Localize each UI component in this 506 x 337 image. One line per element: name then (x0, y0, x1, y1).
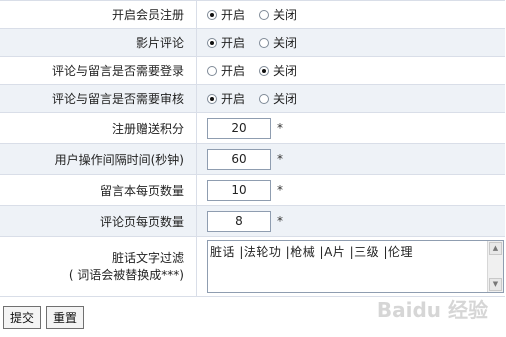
radio-label: 关闭 (273, 64, 298, 78)
row-operation-interval: 用户操作间隔时间(秒钟) * (0, 144, 505, 175)
radio-checked-icon[interactable] (259, 65, 270, 76)
radio-unchecked-icon[interactable] (259, 9, 270, 20)
guestbook-page-size-cell: * (197, 175, 505, 205)
operation-interval-label: 用户操作间隔时间(秒钟) (0, 144, 197, 174)
scroll-up-icon[interactable]: ▲ (489, 242, 502, 255)
guestbook-page-size-label: 留言本每页数量 (0, 175, 197, 205)
registration-points-input[interactable] (207, 117, 271, 139)
comment-login-on-radio[interactable]: 开启 (207, 62, 245, 79)
radio-label: 开启 (221, 92, 246, 106)
word-filter-label-cell: 脏话文字过滤 ( 词语会被替换成***) (0, 237, 197, 296)
row-comment-login-required: 评论与留言是否需要登录 开启 关闭 (0, 57, 505, 85)
member-registration-on-radio[interactable]: 开启 (207, 6, 245, 23)
word-filter-label: 脏话文字过滤 (111, 250, 184, 265)
word-filter-cell: 脏话 |法轮功 |枪械 |A片 |三级 |伦理 ▲ ▼ (197, 237, 505, 296)
submit-button[interactable]: 提交 (3, 306, 42, 329)
comment-review-off-radio[interactable]: 关闭 (259, 90, 297, 107)
radio-unchecked-icon[interactable] (259, 93, 270, 104)
settings-form-table: 开启会员注册 开启 关闭 影片评论 开启 关闭 评论与留言是否需要登录 开启 关… (0, 0, 505, 297)
radio-checked-icon[interactable] (207, 93, 217, 104)
row-movie-comments: 影片评论 开启 关闭 (0, 29, 505, 57)
movie-comments-options: 开启 关闭 (197, 29, 505, 56)
registration-points-cell: * (197, 113, 505, 143)
radio-label: 开启 (221, 36, 246, 50)
row-member-registration: 开启会员注册 开启 关闭 (0, 1, 505, 29)
row-comment-page-size: 评论页每页数量 * (0, 206, 505, 237)
textarea-scrollbar[interactable]: ▲ ▼ (487, 241, 503, 292)
comment-review-on-radio[interactable]: 开启 (207, 90, 245, 107)
guestbook-page-size-input[interactable] (207, 179, 271, 201)
comment-review-required-label: 评论与留言是否需要审核 (0, 85, 197, 112)
operation-interval-input[interactable] (207, 148, 271, 170)
member-registration-options: 开启 关闭 (197, 1, 505, 28)
registration-points-label: 注册赠送积分 (0, 113, 197, 143)
movie-comments-on-radio[interactable]: 开启 (207, 34, 245, 51)
row-comment-review-required: 评论与留言是否需要审核 开启 关闭 (0, 85, 505, 113)
radio-unchecked-icon[interactable] (259, 37, 270, 48)
radio-label: 关闭 (273, 36, 298, 50)
form-actions: 提交 重置 (3, 306, 89, 329)
movie-comments-off-radio[interactable]: 关闭 (259, 34, 297, 51)
comment-page-size-input[interactable] (207, 210, 271, 232)
comment-login-required-options: 开启 关闭 (197, 57, 505, 84)
radio-label: 开启 (221, 64, 246, 78)
radio-label: 开启 (221, 8, 246, 22)
radio-label: 关闭 (273, 8, 298, 22)
baidu-watermark: Baidu 经验 (376, 298, 488, 322)
comment-page-size-cell: * (197, 206, 505, 236)
comment-review-required-options: 开启 关闭 (197, 85, 505, 112)
reset-button[interactable]: 重置 (46, 306, 85, 329)
scroll-down-icon[interactable]: ▼ (489, 278, 502, 291)
comment-login-required-label: 评论与留言是否需要登录 (0, 57, 197, 84)
radio-checked-icon[interactable] (207, 9, 217, 20)
row-registration-points: 注册赠送积分 * (0, 113, 505, 144)
operation-interval-cell: * (197, 144, 505, 174)
row-guestbook-page-size: 留言本每页数量 * (0, 175, 505, 206)
required-mark: * (277, 152, 283, 166)
comment-login-off-radio[interactable]: 关闭 (259, 62, 297, 79)
required-mark: * (277, 214, 283, 228)
radio-unchecked-icon[interactable] (207, 65, 217, 76)
movie-comments-label: 影片评论 (0, 29, 197, 56)
radio-checked-icon[interactable] (207, 37, 217, 48)
word-filter-hint: ( 词语会被替换成***) (68, 267, 184, 282)
member-registration-off-radio[interactable]: 关闭 (259, 6, 297, 23)
member-registration-label: 开启会员注册 (0, 1, 197, 28)
word-filter-text: 脏话 |法轮功 |枪械 |A片 |三级 |伦理 (210, 245, 413, 259)
required-mark: * (277, 183, 283, 197)
radio-label: 关闭 (273, 92, 298, 106)
required-mark: * (277, 121, 283, 135)
comment-page-size-label: 评论页每页数量 (0, 206, 197, 236)
row-word-filter: 脏话文字过滤 ( 词语会被替换成***) 脏话 |法轮功 |枪械 |A片 |三级… (0, 237, 505, 297)
word-filter-textarea[interactable]: 脏话 |法轮功 |枪械 |A片 |三级 |伦理 ▲ ▼ (207, 240, 504, 293)
